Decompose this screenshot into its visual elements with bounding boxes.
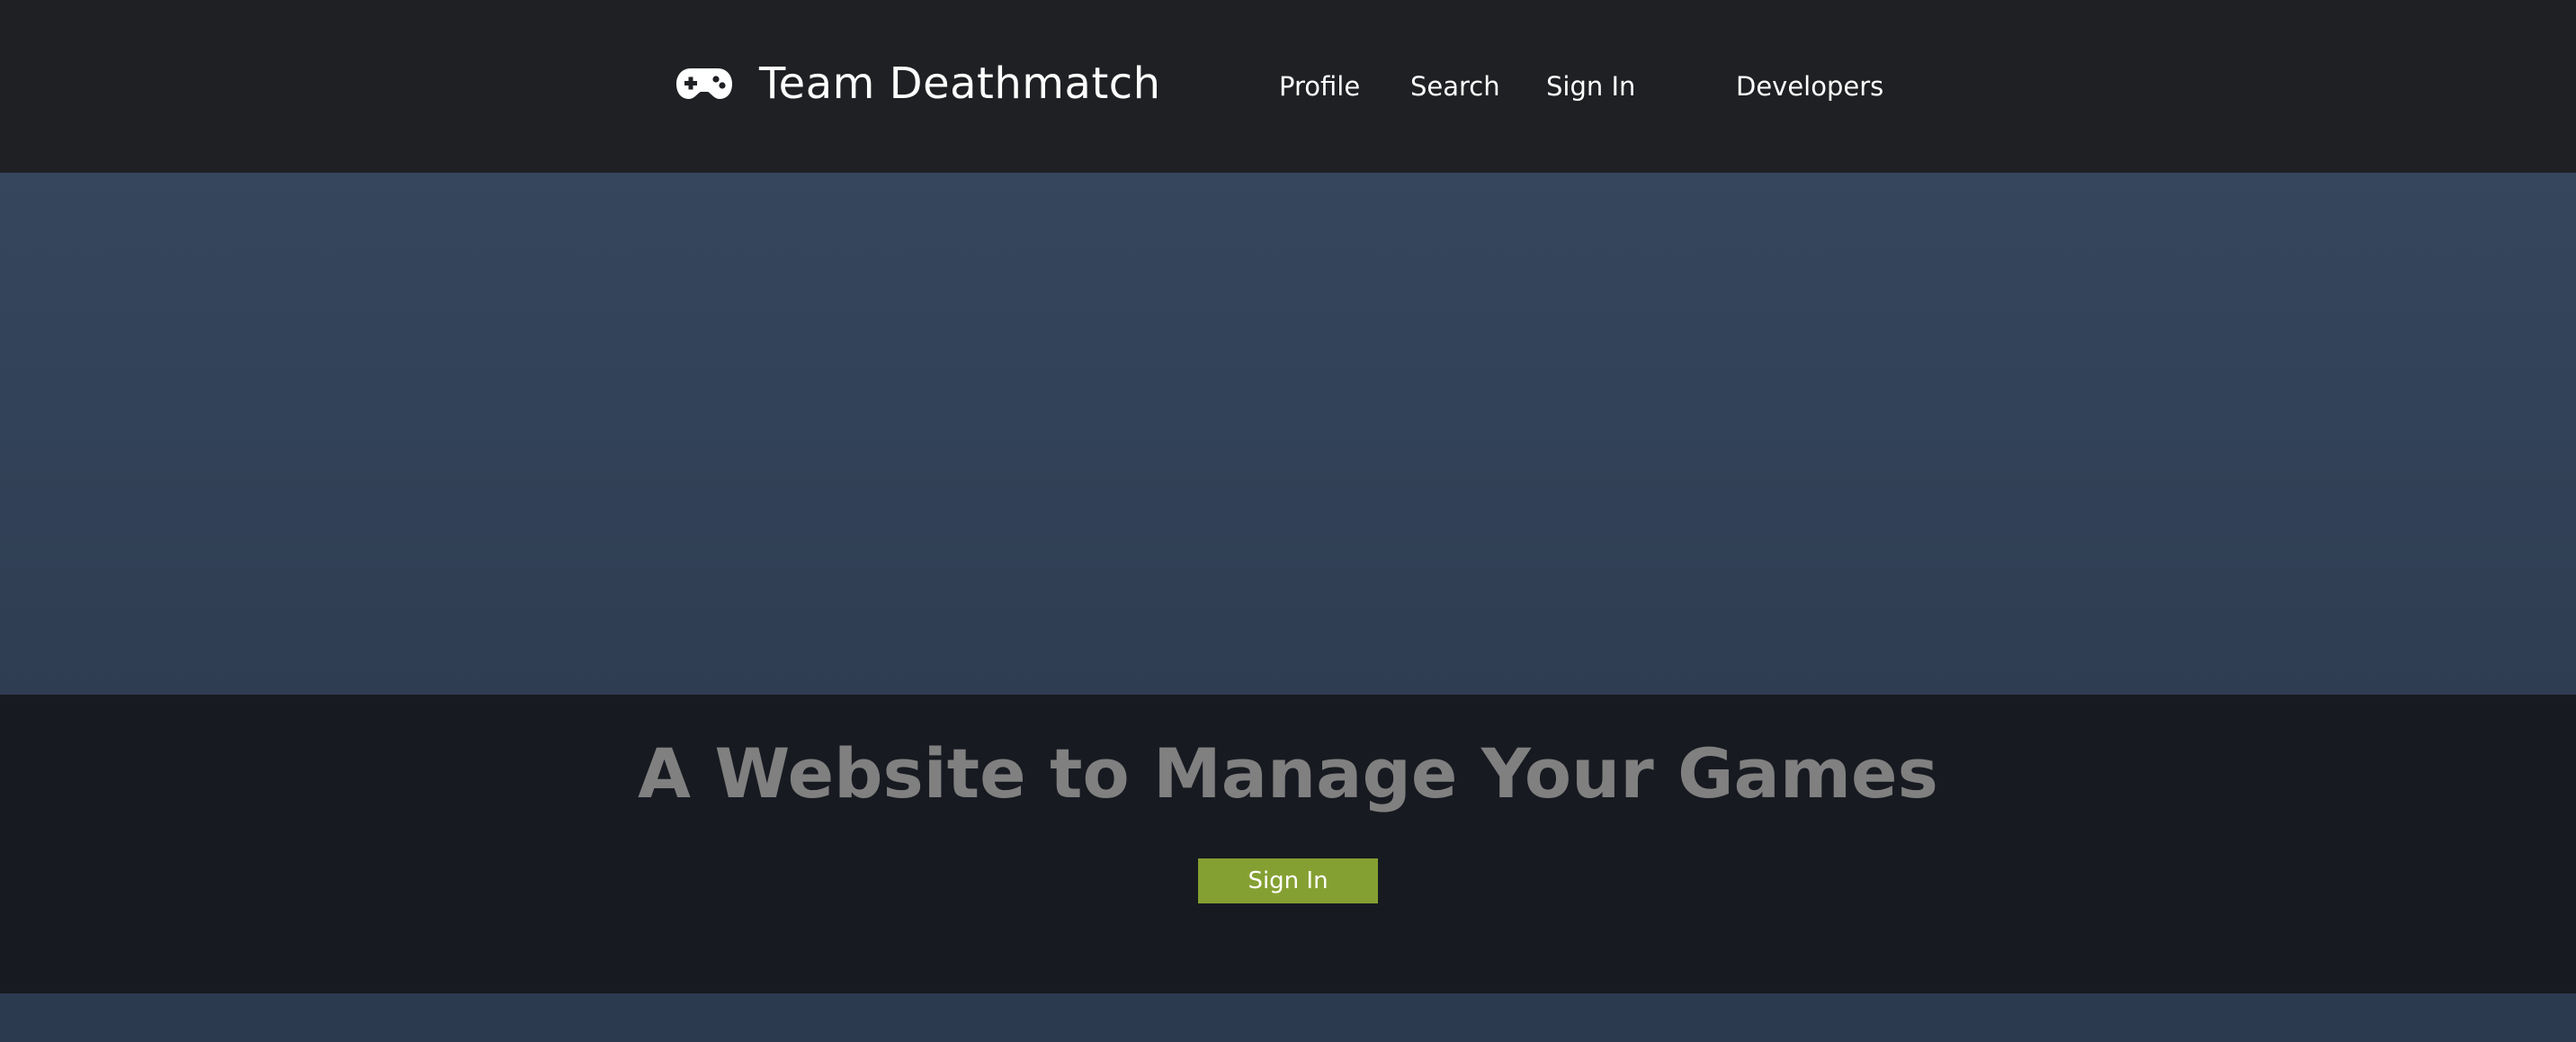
hero-banner: [0, 173, 2576, 695]
sign-in-button[interactable]: Sign In: [1198, 858, 1378, 903]
nav-link-sign-in[interactable]: Sign In: [1546, 68, 1635, 104]
brand-logo-link[interactable]: Team Deathmatch: [676, 52, 1161, 115]
site-header: Team Deathmatch Profile Search Sign In D…: [0, 0, 2576, 173]
nav-link-search[interactable]: Search: [1410, 68, 1500, 104]
intro-section: A Website to Manage Your Games Sign In: [0, 695, 2576, 993]
footer-strip: [0, 993, 2576, 1042]
page-tagline: A Website to Manage Your Games: [638, 733, 1938, 813]
nav-link-profile[interactable]: Profile: [1279, 68, 1360, 104]
site-title: Team Deathmatch: [759, 58, 1161, 109]
gamepad-icon: [676, 67, 732, 101]
nav-link-developers[interactable]: Developers: [1736, 68, 1883, 104]
